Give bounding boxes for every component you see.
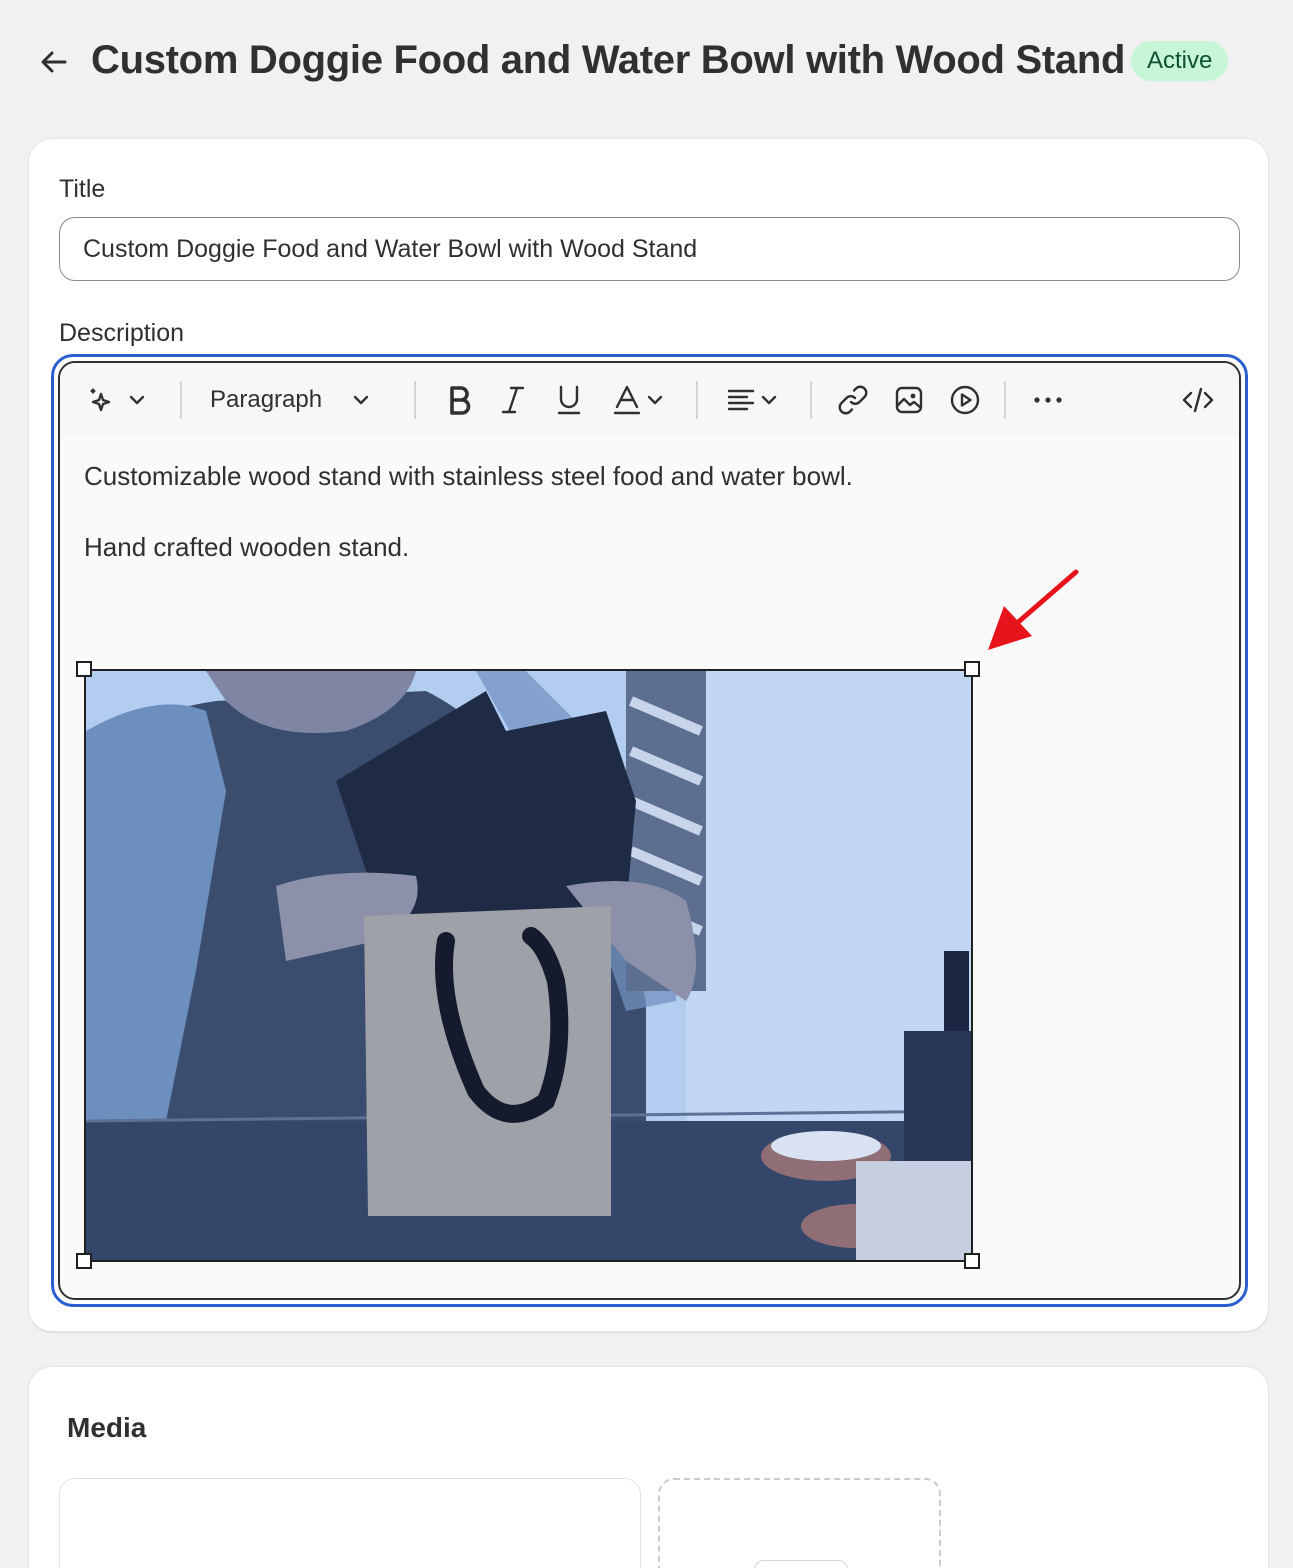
page-title: Custom Doggie Food and Water Bowl with W… <box>91 38 1126 82</box>
underline-icon <box>557 385 581 415</box>
image-icon <box>895 386 923 414</box>
bold-button[interactable] <box>438 379 480 421</box>
toolbar-separator <box>1004 381 1006 419</box>
text-color-icon <box>613 385 641 415</box>
ai-generate-button[interactable] <box>80 379 156 421</box>
code-icon <box>1182 387 1214 413</box>
format-select[interactable]: Paragraph <box>210 379 390 421</box>
product-details-card: Title Description Paragraph <box>28 138 1269 1332</box>
status-badge: Active <box>1131 41 1229 81</box>
media-card: Media <box>28 1366 1269 1568</box>
editor-toolbar: Paragraph <box>60 363 1239 437</box>
title-input[interactable] <box>59 217 1240 281</box>
underline-button[interactable] <box>548 379 590 421</box>
media-dropzone[interactable] <box>658 1478 941 1568</box>
align-left-icon <box>727 389 755 411</box>
chevron-down-icon <box>647 395 663 405</box>
italic-icon <box>501 386 525 414</box>
toolbar-separator <box>810 381 812 419</box>
upload-button[interactable] <box>754 1560 848 1568</box>
chevron-down-icon <box>761 395 777 405</box>
text-color-button[interactable] <box>606 379 672 421</box>
embedded-image[interactable] <box>84 669 973 1262</box>
link-button[interactable] <box>832 379 874 421</box>
description-editor[interactable]: Paragraph Customizable wood stand with s… <box>58 361 1241 1300</box>
video-play-icon <box>950 385 980 415</box>
resize-handle-bottom-left[interactable] <box>76 1253 92 1269</box>
insert-video-button[interactable] <box>944 379 986 421</box>
media-tile[interactable] <box>59 1478 641 1568</box>
resize-handle-bottom-right[interactable] <box>964 1253 980 1269</box>
chevron-down-icon <box>129 395 145 405</box>
description-paragraph[interactable]: Hand crafted wooden stand. <box>84 532 409 563</box>
resize-handle-top-right[interactable] <box>964 661 980 677</box>
page-header: Custom Doggie Food and Water Bowl with W… <box>0 0 1293 120</box>
italic-button[interactable] <box>492 379 534 421</box>
toolbar-separator <box>414 381 416 419</box>
format-select-value: Paragraph <box>210 386 323 413</box>
more-options-button[interactable] <box>1024 379 1072 421</box>
show-html-button[interactable] <box>1176 379 1220 421</box>
back-button[interactable] <box>34 42 74 82</box>
bold-icon <box>450 386 471 415</box>
insert-image-button[interactable] <box>888 379 930 421</box>
media-title: Media <box>67 1412 147 1443</box>
arrow-left-icon <box>41 51 67 73</box>
product-photo <box>86 671 971 1260</box>
description-paragraph[interactable]: Customizable wood stand with stainless s… <box>84 461 853 492</box>
toolbar-separator <box>180 381 182 419</box>
chevron-down-icon <box>353 395 369 405</box>
more-horizontal-icon <box>1034 397 1062 403</box>
title-label: Title <box>59 175 106 203</box>
toolbar-separator <box>696 381 698 419</box>
description-label: Description <box>59 319 185 347</box>
magic-sparkle-icon <box>90 388 111 412</box>
link-icon <box>838 385 868 415</box>
red-arrow-annotation <box>988 569 1079 650</box>
resize-handle-top-left[interactable] <box>76 661 92 677</box>
align-button[interactable] <box>720 379 786 421</box>
